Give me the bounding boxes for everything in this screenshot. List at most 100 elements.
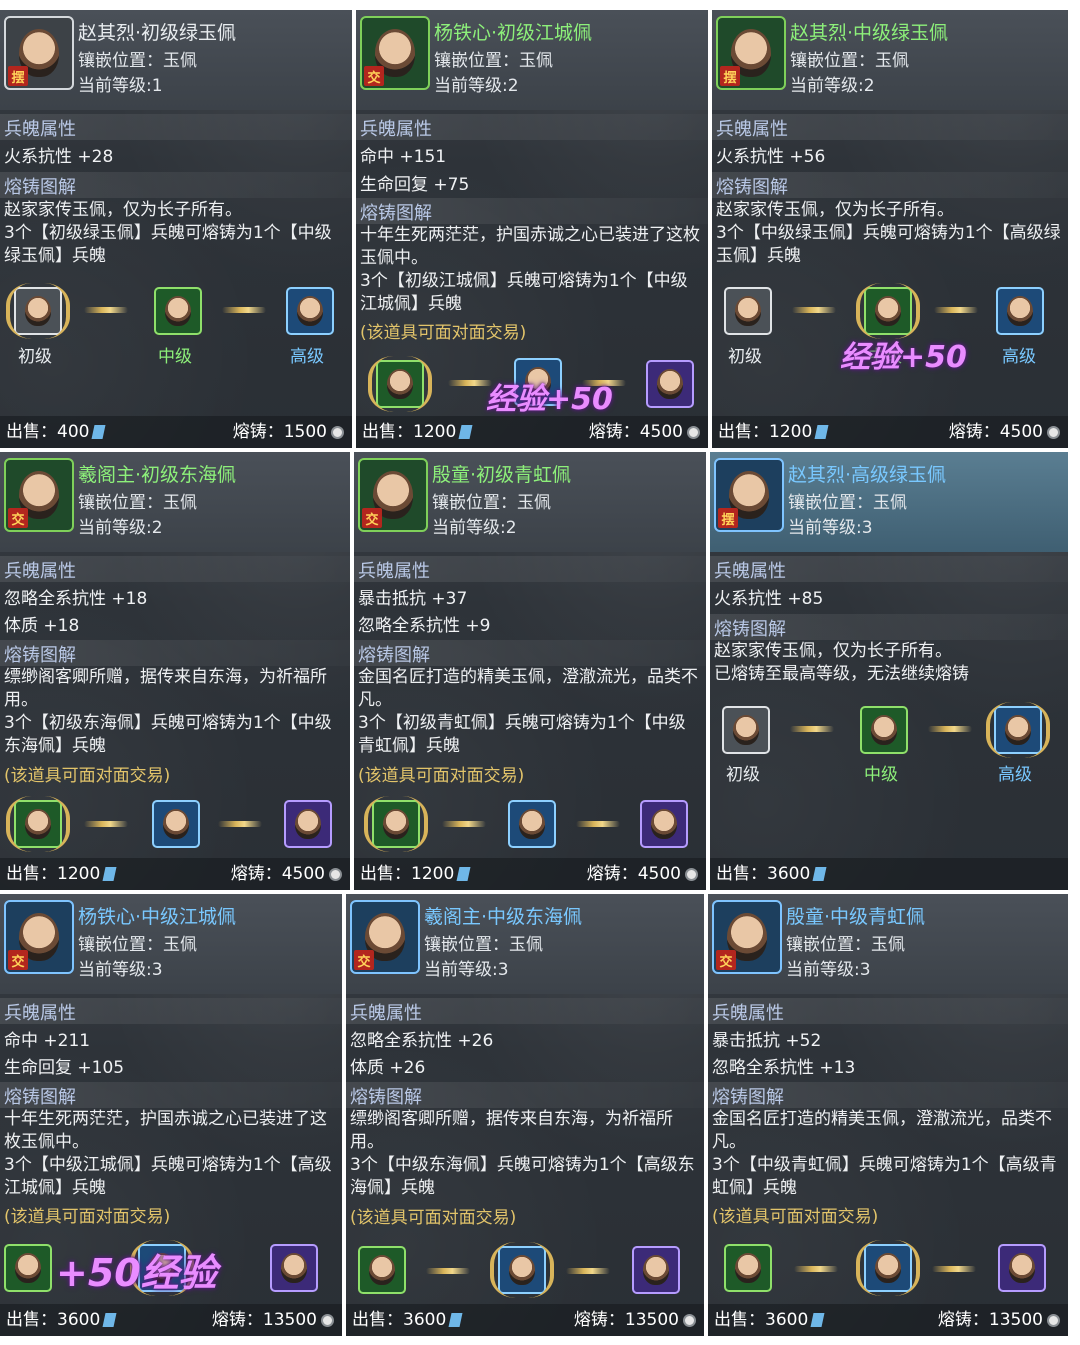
level-label: 当前等级:2 (432, 518, 517, 538)
attr-header: 兵魄属性 (358, 561, 430, 582)
tier-high-icon[interactable] (986, 702, 1050, 758)
tier-mid-icon[interactable] (154, 287, 202, 335)
trade-note: (该道具可面对面交易) (4, 766, 171, 786)
item-card-9[interactable]: 交 殷童·中级青虹佩 镶嵌位置：玉佩 当前等级:3 兵魄属性 暴击抵抗 +52 … (708, 894, 1068, 1336)
stat-line: 体质 +26 (350, 1058, 426, 1078)
tier-mid-icon[interactable] (490, 1242, 554, 1298)
slot-label: 镶嵌位置：玉佩 (78, 51, 197, 71)
forge-cost: 熔铸：13500 (212, 1305, 334, 1330)
arrow-icon (790, 726, 834, 732)
item-card-3[interactable]: 摆 赵其烈·中级绿玉佩 镶嵌位置：玉佩 当前等级:2 兵魄属性 火系抗性 +56… (712, 10, 1068, 448)
item-card-2[interactable]: 交 杨铁心·初级江城佩 镶嵌位置：玉佩 当前等级:2 兵魄属性 命中 +151 … (356, 10, 708, 448)
tier-low-icon[interactable] (358, 1246, 406, 1294)
trade-tag-icon: 交 (8, 508, 28, 528)
item-title: 赵其烈·初级绿玉佩 (78, 22, 237, 44)
gem-icon (102, 867, 117, 881)
coin-icon (687, 425, 700, 439)
tier-low-icon[interactable] (364, 796, 428, 852)
tier-high-label: 高级 (998, 765, 1032, 785)
tier-high-icon[interactable] (632, 1246, 680, 1294)
item-card-5[interactable]: 交 殷童·初级青虹佩 镶嵌位置：玉佩 当前等级:2 兵魄属性 暴击抵抗 +37 … (354, 452, 706, 890)
trade-note: (该道具可面对面交易) (4, 1207, 171, 1227)
tier-low-icon[interactable] (368, 356, 432, 412)
item-title: 赵其烈·高级绿玉佩 (788, 464, 947, 486)
gem-icon (814, 425, 829, 439)
tier-mid-icon[interactable] (856, 283, 920, 339)
tier-low-label: 初级 (18, 347, 52, 367)
tier-low-icon[interactable] (4, 1244, 52, 1292)
tier-mid-icon[interactable] (152, 800, 200, 848)
stall-tag-icon: 摆 (718, 508, 738, 528)
card-header: 摆 赵其烈·初级绿玉佩 镶嵌位置：玉佩 当前等级:1 (0, 10, 352, 110)
slot-label: 镶嵌位置：玉佩 (790, 51, 909, 71)
exp-gain-popup: 经验+50 (486, 382, 613, 417)
trade-tag-icon: 交 (362, 508, 382, 528)
exp-gain-popup: 经验+50 (840, 340, 967, 375)
item-card-8[interactable]: 交 羲阁主·中级东海佩 镶嵌位置：玉佩 当前等级:3 兵魄属性 忽略全系抗性 +… (346, 894, 704, 1336)
item-title: 赵其烈·中级绿玉佩 (790, 22, 949, 44)
item-portrait: 交 (358, 458, 428, 532)
card-header: 交 羲阁主·中级东海佩 镶嵌位置：玉佩 当前等级:3 (346, 894, 704, 994)
tier-low-icon[interactable] (6, 283, 70, 339)
item-card-1[interactable]: 摆 赵其烈·初级绿玉佩 镶嵌位置：玉佩 当前等级:1 兵魄属性 火系抗性 +28… (0, 10, 352, 448)
coin-icon (1047, 1313, 1060, 1327)
tier-low-icon[interactable] (722, 706, 770, 754)
stat-line: 体质 +18 (4, 616, 80, 636)
arrow-icon (794, 1266, 838, 1272)
sell-price: 出售：3600 (6, 1305, 117, 1330)
arrow-icon (222, 307, 266, 313)
tier-low-icon[interactable] (724, 1244, 772, 1292)
tier-high-icon[interactable] (646, 360, 694, 408)
slot-label: 镶嵌位置：玉佩 (78, 493, 197, 513)
coin-icon (683, 1313, 696, 1327)
attr-header: 兵魄属性 (4, 561, 76, 582)
arrow-icon (84, 307, 128, 313)
item-portrait: 交 (712, 900, 782, 974)
item-description: 缥缈阁客卿所赠，据传来自东海，为祈福所用。 3个【初级东海佩】兵魄可熔铸为1个【中… (4, 667, 332, 756)
level-label: 当前等级:2 (78, 518, 163, 538)
exp-gain-popup: +50经验 (56, 1251, 217, 1295)
forge-header: 熔铸图解 (4, 1087, 76, 1108)
tier-high-icon[interactable] (286, 287, 334, 335)
forge-cost: 熔铸：1500 (233, 417, 344, 442)
stat-line: 忽略全系抗性 +9 (358, 616, 491, 636)
slot-label: 镶嵌位置：玉佩 (788, 493, 907, 513)
tier-mid-icon[interactable] (508, 800, 556, 848)
sell-price: 出售：1200 (6, 859, 117, 884)
tier-high-icon[interactable] (996, 287, 1044, 335)
level-label: 当前等级:1 (78, 76, 163, 96)
level-label: 当前等级:3 (78, 960, 163, 980)
coin-icon (321, 1313, 334, 1327)
item-card-4[interactable]: 交 羲阁主·初级东海佩 镶嵌位置：玉佩 当前等级:2 兵魄属性 忽略全系抗性 +… (0, 452, 350, 890)
forge-header: 熔铸图解 (714, 619, 786, 640)
tier-high-icon[interactable] (284, 800, 332, 848)
item-description: 赵家家传玉佩，仅为长子所有。 3个【中级绿玉佩】兵魄可熔铸为1个【高级绿玉佩】兵魄 (716, 200, 1061, 266)
tier-low-icon[interactable] (724, 287, 772, 335)
tier-high-icon[interactable] (998, 1244, 1046, 1292)
sell-price: 出售：1200 (718, 417, 829, 442)
tier-mid-label: 中级 (158, 347, 192, 367)
level-label: 当前等级:3 (786, 960, 871, 980)
tier-mid-icon[interactable] (856, 1240, 920, 1296)
coin-icon (685, 867, 698, 881)
slot-label: 镶嵌位置：玉佩 (78, 935, 197, 955)
tier-low-icon[interactable] (6, 796, 70, 852)
trade-note: (该道具可面对面交易) (360, 323, 527, 343)
tier-mid-label: 中级 (864, 765, 898, 785)
item-card-6[interactable]: 摆 赵其烈·高级绿玉佩 镶嵌位置：玉佩 当前等级:3 兵魄属性 火系抗性 +85… (710, 452, 1068, 890)
sell-price: 出售：3600 (352, 1305, 463, 1330)
forge-header: 熔铸图解 (4, 177, 76, 198)
attr-header: 兵魄属性 (716, 119, 788, 140)
tier-high-icon[interactable] (640, 800, 688, 848)
attr-header: 兵魄属性 (4, 119, 76, 140)
gem-icon (812, 867, 827, 881)
item-title: 杨铁心·中级江城佩 (78, 906, 237, 928)
card-header: 交 杨铁心·中级江城佩 镶嵌位置：玉佩 当前等级:3 (0, 894, 342, 994)
tier-mid-icon[interactable] (860, 706, 908, 754)
tier-low-label: 初级 (726, 765, 760, 785)
item-card-7[interactable]: 交 杨铁心·中级江城佩 镶嵌位置：玉佩 当前等级:3 兵魄属性 命中 +211 … (0, 894, 342, 1336)
item-portrait: 摆 (4, 16, 74, 90)
tier-high-icon[interactable] (270, 1244, 318, 1292)
stat-line: 暴击抵抗 +37 (358, 589, 468, 609)
item-portrait: 交 (4, 458, 74, 532)
